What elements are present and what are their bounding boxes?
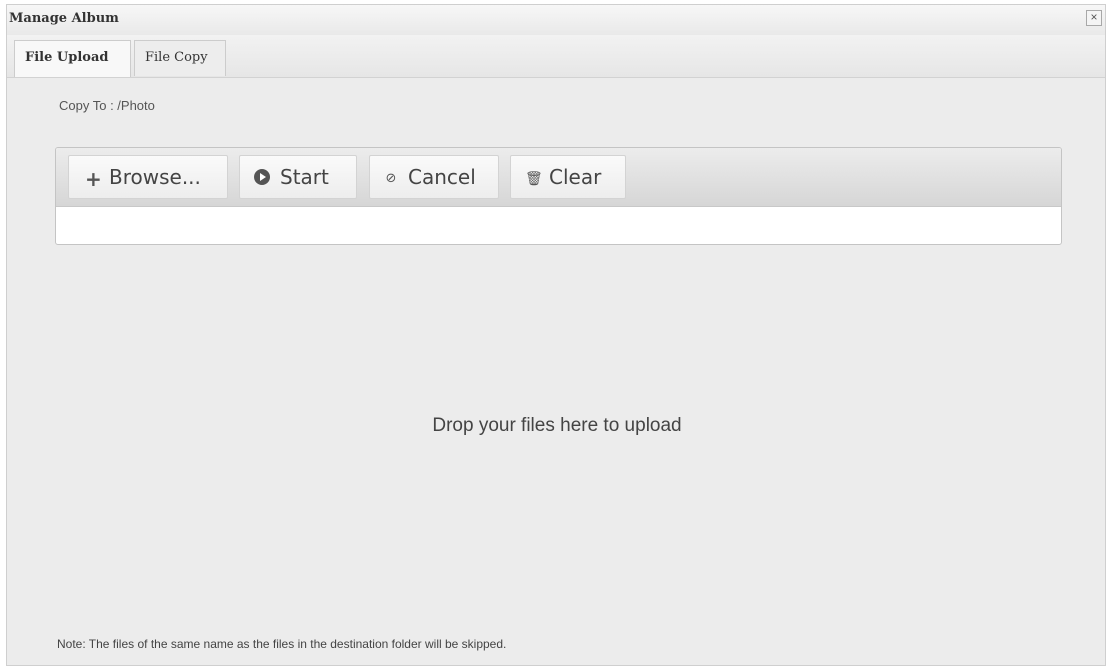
clear-button-label: Clear: [549, 165, 602, 189]
tab-bar: File Upload File Copy: [7, 35, 1105, 78]
dialog-titlebar: Manage Album ×: [7, 5, 1105, 35]
start-button-label: Start: [280, 165, 329, 189]
dialog-title: Manage Album: [9, 11, 119, 26]
plus-icon: +: [85, 166, 102, 191]
play-circle-icon: [254, 169, 270, 185]
trash-icon: 🗑: [525, 170, 543, 187]
upload-panel: + Browse... Start ⊘ Cancel 🗑 Clear: [55, 147, 1062, 245]
browse-button[interactable]: + Browse...: [68, 155, 228, 199]
tab-file-upload[interactable]: File Upload: [14, 40, 131, 77]
tab-file-copy[interactable]: File Copy: [134, 40, 226, 76]
browse-button-label: Browse...: [109, 165, 201, 189]
close-button[interactable]: ×: [1086, 10, 1102, 26]
clear-button[interactable]: 🗑 Clear: [510, 155, 626, 199]
cancel-button[interactable]: ⊘ Cancel: [369, 155, 499, 199]
drop-zone-text[interactable]: Drop your files here to upload: [7, 415, 1107, 437]
manage-album-dialog: Manage Album × File Upload File Copy Cop…: [6, 4, 1106, 666]
ban-icon: ⊘: [385, 170, 397, 186]
cancel-button-label: Cancel: [408, 165, 476, 189]
copy-to-label: Copy To : /Photo: [59, 98, 155, 113]
upload-toolbar: + Browse... Start ⊘ Cancel 🗑 Clear: [56, 148, 1061, 207]
skip-note: Note: The files of the same name as the …: [57, 637, 507, 651]
start-button[interactable]: Start: [239, 155, 357, 199]
